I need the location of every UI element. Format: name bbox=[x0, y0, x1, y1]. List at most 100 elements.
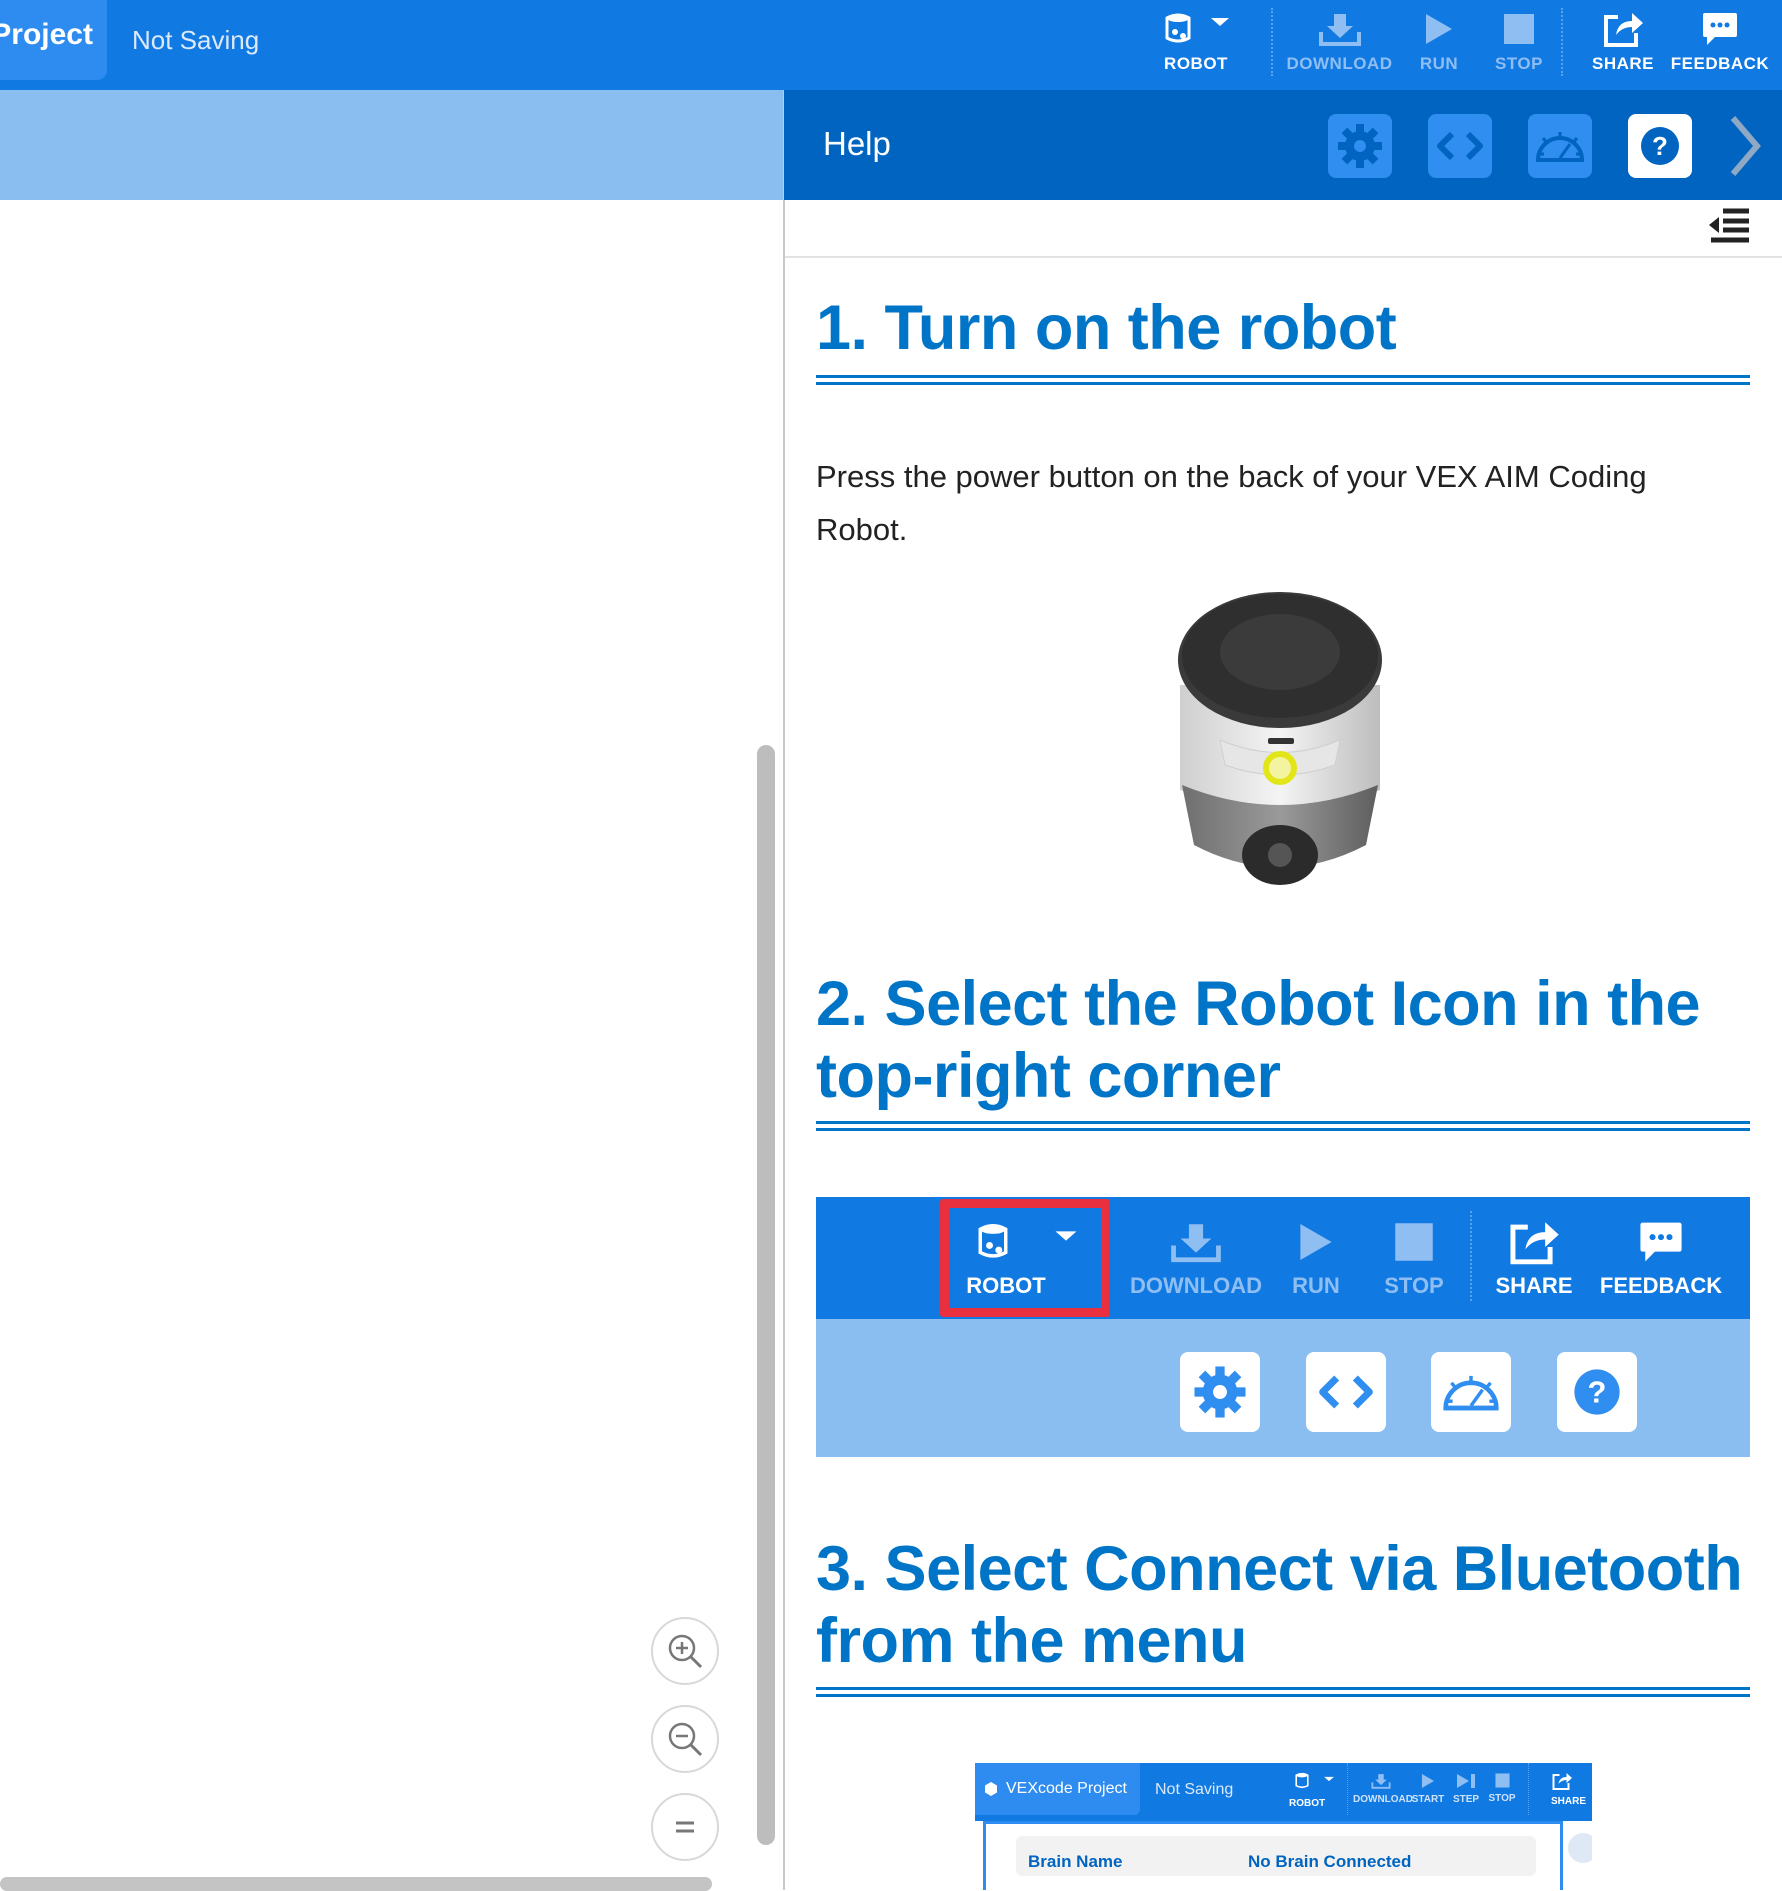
screenshot-step-label: STEP bbox=[1452, 1794, 1480, 1805]
collapse-panel-button[interactable] bbox=[1725, 112, 1765, 185]
save-status: Not Saving bbox=[132, 25, 260, 55]
heading-underline bbox=[816, 375, 1750, 385]
screenshot-run-label: RUN bbox=[1292, 1273, 1340, 1298]
heading-underline bbox=[816, 1121, 1750, 1131]
code-view-button[interactable] bbox=[1428, 114, 1492, 178]
gear-icon bbox=[1194, 1366, 1246, 1418]
step-1-text: Press the power button on the back of yo… bbox=[816, 459, 1647, 547]
play-icon bbox=[1421, 1774, 1435, 1788]
screenshot-stop-button: STOP bbox=[1485, 1773, 1519, 1804]
code-view-icon bbox=[1437, 131, 1483, 161]
panel-divider[interactable] bbox=[783, 90, 785, 1890]
robot-label: ROBOT bbox=[1164, 54, 1228, 73]
horizontal-scrollbar[interactable] bbox=[0, 1877, 712, 1891]
screenshot-start-label: START bbox=[1411, 1794, 1445, 1805]
share-icon bbox=[1604, 13, 1643, 47]
screenshot-download-button: DOWNLOAD bbox=[1126, 1197, 1266, 1319]
share-label: SHARE bbox=[1591, 54, 1654, 73]
screenshot-download-label: DOWNLOAD bbox=[1130, 1273, 1262, 1298]
screenshot-stop-label: STOP bbox=[1488, 1793, 1516, 1804]
zoom-out-icon bbox=[668, 1722, 703, 1757]
screenshot-code-view-button bbox=[1306, 1352, 1386, 1432]
screenshot-robot-button: ROBOT bbox=[951, 1197, 1101, 1319]
screenshot-share-button: SHARE bbox=[1484, 1197, 1584, 1319]
download-button[interactable]: DOWNLOAD bbox=[1282, 0, 1397, 90]
table-of-contents-button[interactable] bbox=[1707, 203, 1751, 252]
zoom-in-button[interactable] bbox=[651, 1617, 719, 1685]
screenshot-share-label: SHARE bbox=[1551, 1796, 1587, 1807]
download-icon bbox=[1371, 1774, 1391, 1789]
help-icon: ? bbox=[1574, 1369, 1620, 1415]
screenshot-share-button: SHARE bbox=[1551, 1771, 1592, 1807]
hexagon-icon bbox=[985, 1782, 997, 1796]
help-panel-title: Help bbox=[823, 125, 891, 162]
step-1-heading: 1. Turn on the robot bbox=[816, 293, 1397, 363]
vertical-scrollbar[interactable] bbox=[757, 745, 775, 1845]
screenshot-robot-label: ROBOT bbox=[1289, 1798, 1326, 1809]
stop-icon bbox=[1494, 1773, 1510, 1788]
chevron-down-icon bbox=[1055, 1231, 1077, 1241]
toolbar-divider bbox=[1470, 1211, 1472, 1301]
heading-underline bbox=[816, 1687, 1750, 1697]
download-label: DOWNLOAD bbox=[1286, 54, 1393, 73]
share-button[interactable]: SHARE bbox=[1583, 0, 1663, 90]
help-toolbar bbox=[785, 200, 1782, 258]
screenshot-project-tab: VEXcode Project bbox=[975, 1763, 1140, 1815]
robot-button[interactable]: ROBOT bbox=[1153, 0, 1239, 90]
chevron-down-icon bbox=[1324, 1776, 1335, 1782]
robot-image bbox=[1170, 590, 1390, 905]
play-icon bbox=[1426, 14, 1452, 44]
screenshot-stop-label: STOP bbox=[1384, 1273, 1444, 1298]
screenshot-download-label: DOWNLOAD bbox=[1353, 1794, 1413, 1805]
stop-label: STOP bbox=[1495, 54, 1543, 73]
help-icon: ? bbox=[1641, 127, 1679, 165]
screenshot-feedback-button: FEEDBACK bbox=[1596, 1197, 1726, 1319]
toolbar-divider bbox=[1561, 8, 1563, 76]
play-icon bbox=[1300, 1224, 1332, 1260]
download-icon bbox=[1318, 14, 1361, 46]
screenshot-run-button: RUN bbox=[1276, 1197, 1356, 1319]
brain-info-row: Brain Name No Brain Connected bbox=[1016, 1836, 1536, 1876]
robot-icon bbox=[1295, 1772, 1309, 1789]
robot-menu-popup: Brain Name No Brain Connected bbox=[983, 1821, 1563, 1890]
chevron-down-icon bbox=[1211, 18, 1229, 26]
robot-icon bbox=[1165, 13, 1191, 43]
help-button[interactable]: ? bbox=[1628, 114, 1692, 178]
screenshot-feedback-label: FEEDBACK bbox=[1599, 1273, 1723, 1298]
dashboard-button[interactable] bbox=[1528, 114, 1592, 178]
workspace-header-band bbox=[0, 90, 783, 200]
zoom-out-button[interactable] bbox=[651, 1705, 719, 1773]
zoom-reset-button[interactable] bbox=[651, 1793, 719, 1861]
brain-name-label: Brain Name bbox=[1028, 1852, 1123, 1871]
robot-icon bbox=[978, 1224, 1008, 1258]
share-icon bbox=[1552, 1773, 1572, 1790]
dashboard-icon bbox=[1443, 1375, 1499, 1411]
screenshot-download-button: DOWNLOAD bbox=[1353, 1773, 1413, 1805]
settings-button[interactable] bbox=[1328, 114, 1392, 178]
screenshot-stop-button: STOP bbox=[1374, 1197, 1454, 1319]
feedback-icon bbox=[1640, 1222, 1682, 1262]
equals-icon bbox=[676, 1821, 694, 1833]
stop-button[interactable]: STOP bbox=[1484, 0, 1554, 90]
svg-text:?: ? bbox=[1652, 131, 1668, 161]
screenshot-help-button: ? bbox=[1557, 1352, 1637, 1432]
run-button[interactable]: RUN bbox=[1404, 0, 1474, 90]
brain-status: No Brain Connected bbox=[1248, 1852, 1412, 1871]
share-icon bbox=[1510, 1222, 1559, 1265]
step-2-heading: 2. Select the Robot Icon in the top-righ… bbox=[816, 969, 1701, 1111]
screenshot-start-button: START bbox=[1411, 1773, 1445, 1805]
outdent-list-icon bbox=[1709, 208, 1749, 243]
project-name: Project bbox=[0, 18, 93, 51]
screenshot-robot-label: ROBOT bbox=[966, 1273, 1046, 1298]
feedback-icon bbox=[1703, 13, 1737, 45]
svg-text:?: ? bbox=[1588, 1375, 1607, 1410]
project-name-tab[interactable]: Project bbox=[0, 0, 107, 80]
zoom-in-icon bbox=[668, 1634, 703, 1669]
bluetooth-menu-screenshot: VEXcode Project Not Saving ROBOT DOWNLOA… bbox=[975, 1763, 1592, 1890]
feedback-button[interactable]: FEEDBACK bbox=[1670, 0, 1770, 90]
help-icon bbox=[1568, 1833, 1592, 1863]
stop-icon bbox=[1504, 14, 1534, 44]
toolbar-divider bbox=[1347, 1763, 1348, 1815]
screenshot-project-name: VEXcode Project bbox=[1006, 1780, 1127, 1797]
screenshot-save-status: Not Saving bbox=[1155, 1781, 1234, 1798]
